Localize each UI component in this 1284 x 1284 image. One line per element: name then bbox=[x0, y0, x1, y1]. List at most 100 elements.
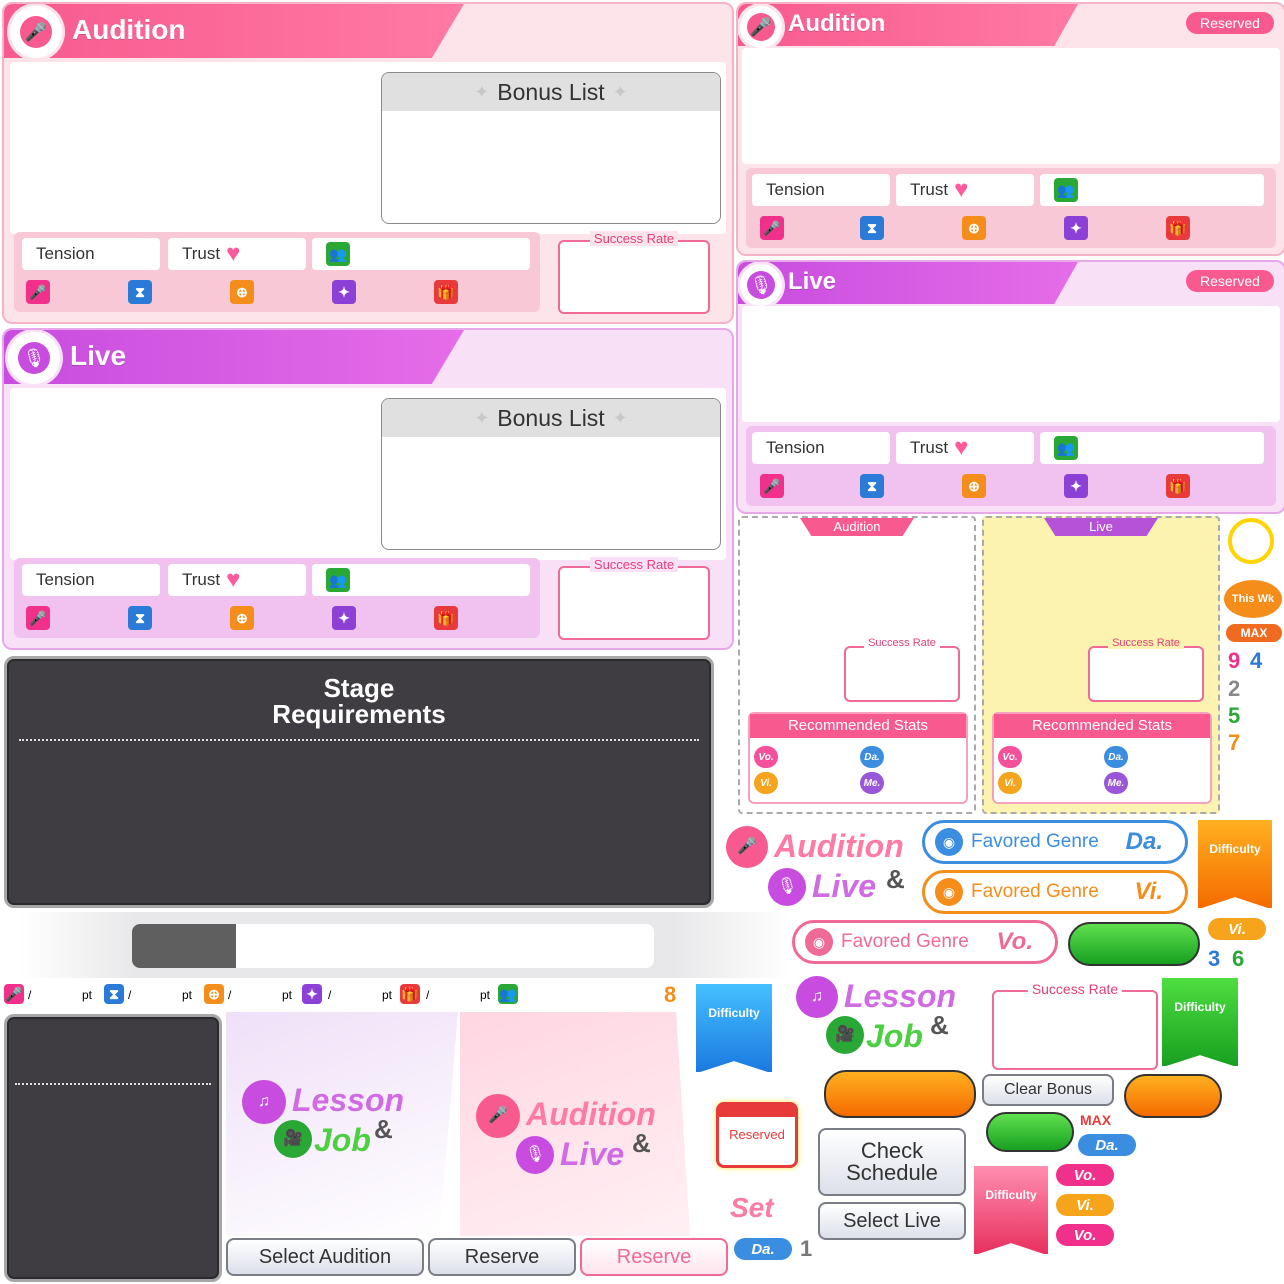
hourglass-icon: ⧗ bbox=[128, 280, 152, 304]
number-2: 2 bbox=[1228, 676, 1241, 701]
lesson-icon: ♫ bbox=[796, 976, 838, 1018]
ampersand: & bbox=[930, 1010, 949, 1040]
pt-slash: / bbox=[426, 988, 430, 1002]
star-icon: ✦ bbox=[1064, 216, 1088, 240]
number-6: 6 bbox=[1232, 946, 1245, 971]
live-mic-icon: 🎙 bbox=[516, 1136, 554, 1174]
job-icon: 🎥 bbox=[826, 1016, 864, 1054]
me-badge: Me. bbox=[1104, 772, 1128, 794]
reserve-button[interactable]: Reserve bbox=[428, 1238, 576, 1276]
success-rate-box: Success Rate bbox=[558, 231, 710, 314]
success-rate-label: Success Rate bbox=[589, 557, 679, 572]
vi-pip: Vi. bbox=[1056, 1194, 1114, 1216]
star-icon: ✦ bbox=[1064, 474, 1088, 498]
bonus-list: ✦ Bonus List ✦ bbox=[381, 398, 721, 550]
trust-label: Trust bbox=[182, 244, 221, 263]
lesson-job-banner: ♫ Lesson 🎥 Job & bbox=[226, 1012, 458, 1236]
trust-label: Trust bbox=[910, 438, 949, 457]
audition-icon: 🎤 bbox=[740, 6, 782, 48]
ring-icon bbox=[1228, 518, 1274, 564]
trust-pill: Trust ♥ bbox=[896, 432, 1034, 464]
success-rate-box: Success Rate bbox=[558, 557, 710, 640]
pt-unit: pt bbox=[282, 988, 293, 1002]
stat-bar: Tension Trust ♥ 👥 🎤 ⧗ ⊕ ✦ 🎁 bbox=[746, 426, 1276, 506]
number-3: 3 bbox=[1208, 946, 1221, 971]
recommended-box: Recommended Stats Vo. Da. Vi. Me. bbox=[992, 712, 1212, 804]
ampersand: & bbox=[886, 864, 905, 894]
audition-title: Audition bbox=[72, 14, 186, 45]
progress-fill bbox=[132, 924, 237, 968]
set-label: Set bbox=[730, 1192, 774, 1223]
live-card: Live Success Rate Recommended Stats Vo. … bbox=[982, 516, 1220, 814]
live-panel: 🎙 Live ✦ Bonus List ✦ Tension Trust ♥ 👥 🎤 ⧗… bbox=[2, 328, 734, 650]
vo-pip: Vo. bbox=[1056, 1164, 1114, 1186]
pt-slash: / bbox=[28, 988, 32, 1002]
number-4: 4 bbox=[1250, 648, 1263, 673]
check-schedule-button[interactable]: Check Schedule bbox=[818, 1128, 966, 1196]
mic-stat-icon: 🎤 bbox=[760, 474, 784, 498]
recommended-title: Recommended Stats bbox=[750, 714, 966, 738]
favored-label: Favored Genre bbox=[971, 831, 1099, 852]
fans-icon: 👥 bbox=[1054, 436, 1078, 460]
gift-icon: 🎁 bbox=[1166, 474, 1190, 498]
mic-stat-icon: 🎤 bbox=[4, 984, 24, 1004]
orange-speech-bubble-small bbox=[1124, 1074, 1222, 1118]
audition-logo-text: Audition bbox=[774, 828, 904, 864]
tension-pill: Tension bbox=[752, 432, 890, 464]
star-icon: ✦ bbox=[302, 984, 322, 1004]
target-icon: ⊕ bbox=[230, 280, 254, 304]
reserved-calendar-label: Reserved bbox=[729, 1127, 785, 1142]
reserve-button-active[interactable]: Reserve bbox=[580, 1238, 728, 1276]
stat-bar: Tension Trust ♥ 👥 🎤 ⧗ ⊕ ✦ 🎁 bbox=[746, 168, 1276, 248]
card-tab: Live bbox=[1044, 518, 1158, 536]
trust-pill: Trust ♥ bbox=[896, 174, 1034, 206]
bonus-list-title: Bonus List bbox=[497, 78, 605, 105]
check-schedule-line2: Schedule bbox=[846, 1160, 938, 1185]
job-icon: 🎥 bbox=[274, 1120, 312, 1158]
select-live-button[interactable]: Select Live bbox=[818, 1202, 966, 1240]
number-8: 8 bbox=[664, 982, 677, 1007]
genre-icon: ◉ bbox=[935, 878, 963, 906]
pt-unit: pt bbox=[82, 988, 93, 1002]
trust-pill: Trust ♥ bbox=[168, 238, 306, 270]
clear-bonus-button[interactable]: Clear Bonus bbox=[982, 1074, 1114, 1106]
live-icon: 🎙 bbox=[740, 264, 782, 306]
vi-badge: Vi. bbox=[754, 772, 778, 794]
lesson-job-logo: ♫ Lesson 🎥 Job & bbox=[796, 974, 976, 1058]
bonus-list: ✦ Bonus List ✦ bbox=[381, 72, 721, 224]
select-audition-button[interactable]: Select Audition bbox=[226, 1238, 424, 1276]
pt-slash: / bbox=[228, 988, 232, 1002]
live-title: Live bbox=[70, 340, 127, 371]
number-9: 9 bbox=[1228, 648, 1241, 673]
audition-card: Audition Success Rate Recommended Stats … bbox=[738, 516, 976, 814]
fans-icon: 👥 bbox=[498, 984, 518, 1004]
pt-slash: / bbox=[328, 988, 332, 1002]
difficulty-ribbon-pink: Difficulty bbox=[972, 1164, 1050, 1256]
live-icon: 🎙 bbox=[8, 332, 60, 384]
audition-content bbox=[742, 48, 1280, 164]
ampersand: & bbox=[374, 1114, 393, 1144]
target-icon: ⊕ bbox=[962, 216, 986, 240]
favored-label: Favored Genre bbox=[841, 931, 969, 952]
check-schedule-line1: Check bbox=[860, 1138, 924, 1163]
max-label: MAX bbox=[1080, 1112, 1112, 1128]
audition-panel: 🎤 Audition ✦ Bonus List ✦ Tension Trust ♥ 👥… bbox=[2, 2, 734, 324]
favored-genre-vo: ◉ Favored Genre Vo. bbox=[792, 920, 1058, 964]
da-tag: Da. bbox=[1125, 828, 1163, 855]
fans-icon: 👥 bbox=[326, 242, 350, 266]
live-content bbox=[742, 306, 1280, 422]
audition-mic-icon: 🎤 bbox=[726, 826, 768, 868]
bonus-list-title: Bonus List bbox=[497, 404, 605, 431]
da-pip: Da. bbox=[1078, 1134, 1136, 1156]
vi-tag: Vi. bbox=[1134, 878, 1163, 905]
reserved-badge: Reserved bbox=[1186, 270, 1274, 292]
fans-pill: 👥 bbox=[312, 238, 530, 270]
tension-label: Tension bbox=[36, 244, 95, 263]
stage-requirements-panel: Stage Requirements bbox=[4, 656, 714, 908]
green-speech-bubble bbox=[1068, 922, 1200, 966]
audition-mic-icon: 🎤 bbox=[476, 1094, 520, 1138]
number-1: 1 bbox=[800, 1236, 813, 1261]
target-icon: ⊕ bbox=[204, 984, 224, 1004]
dotted-divider bbox=[15, 1083, 211, 1085]
trust-label: Trust bbox=[182, 570, 221, 589]
